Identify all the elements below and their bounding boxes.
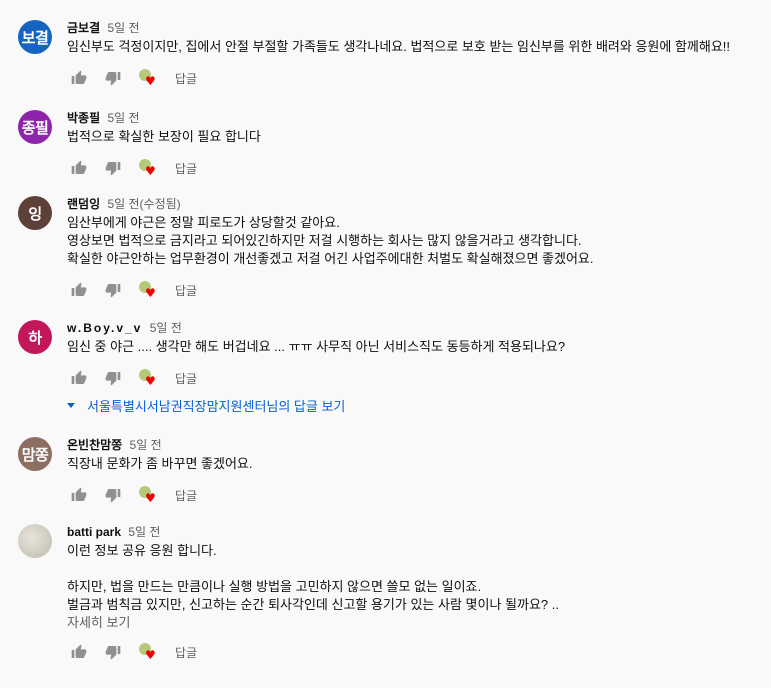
- comment-actions: ♥ 답글: [67, 156, 761, 180]
- dislike-button[interactable]: [101, 366, 125, 390]
- creator-heart-icon: ♥: [135, 366, 159, 390]
- like-button[interactable]: [67, 366, 91, 390]
- comment-text: 이런 정보 공유 응원 합니다. 하지만, 법을 만드는 만큼이나 실행 방법을…: [67, 543, 559, 612]
- comment-text: 임신부도 걱정이지만, 집에서 안절 부절할 가족들도 생각나네요. 법적으로 …: [67, 39, 731, 54]
- thumbs-up-icon: [71, 282, 87, 296]
- thumbs-down-icon: [105, 489, 121, 503]
- heart-icon: ♥: [145, 74, 156, 88]
- comment-body: 랜덤잉 5일 전(수정됨) 임산부에게 야근은 정말 피로도가 상당할것 같아요…: [67, 196, 761, 302]
- author-name[interactable]: 랜덤잉: [67, 197, 100, 211]
- author-name[interactable]: w.Boy.v_v: [67, 321, 142, 335]
- reply-button[interactable]: 답글: [171, 158, 201, 179]
- comment-actions: ♥ 답글: [67, 66, 761, 90]
- avatar[interactable]: 잉: [18, 196, 52, 230]
- thumbs-down-icon: [105, 646, 121, 660]
- like-button[interactable]: [67, 66, 91, 90]
- thumbs-up-icon: [71, 487, 87, 501]
- comment-header: 박종필 5일 전: [67, 110, 761, 126]
- author-name[interactable]: 박종필: [67, 111, 100, 125]
- thumbs-down-icon: [105, 162, 121, 176]
- avatar[interactable]: 종필: [18, 110, 52, 144]
- comment-time[interactable]: 5일 전: [107, 111, 139, 125]
- view-replies-link[interactable]: 서울특별시서남권직장맘지원센터님의 답글 보기: [67, 396, 345, 415]
- dislike-button[interactable]: [101, 483, 125, 507]
- comment-text: 임산부에게 야근은 정말 피로도가 상당할것 같아요. 영상보면 법적으로 금지…: [67, 215, 594, 266]
- comment-header: 랜덤잉 5일 전(수정됨): [67, 196, 761, 212]
- author-name[interactable]: 금보결: [67, 21, 100, 35]
- comment-body: 박종필 5일 전 법적으로 확실한 보장이 필요 합니다 ♥ 답글: [67, 110, 761, 180]
- creator-heart-icon: ♥: [135, 156, 159, 180]
- reply-button[interactable]: 답글: [171, 642, 201, 663]
- heart-icon: ♥: [145, 491, 156, 505]
- comment-body: w.Boy.v_v 5일 전 임신 중 야근 .... 생각만 해도 버겁네요 …: [67, 320, 761, 390]
- creator-heart-icon: ♥: [135, 640, 159, 664]
- comment-text: 임신 중 야근 .... 생각만 해도 버겁네요 ... ㅠㅠ 사무직 아닌 서…: [67, 339, 566, 354]
- thumbs-up-icon: [71, 644, 87, 658]
- like-button[interactable]: [67, 278, 91, 302]
- comment-actions: ♥ 답글: [67, 366, 761, 390]
- heart-icon: ♥: [145, 648, 156, 662]
- comment-actions: ♥ 답글: [67, 278, 761, 302]
- like-button[interactable]: [67, 640, 91, 664]
- dislike-button[interactable]: [101, 156, 125, 180]
- caret-down-icon: [67, 403, 75, 408]
- comment-body: batti park 5일 전 이런 정보 공유 응원 합니다. 하지만, 법을…: [67, 524, 761, 664]
- comment-body: 금보결 5일 전 임신부도 걱정이지만, 집에서 안절 부절할 가족들도 생각나…: [67, 20, 761, 90]
- thumbs-down-icon: [105, 372, 121, 386]
- heart-icon: ♥: [145, 286, 156, 300]
- heart-icon: ♥: [145, 374, 156, 388]
- avatar[interactable]: 하: [18, 320, 52, 354]
- comment-header: w.Boy.v_v 5일 전: [67, 320, 761, 336]
- dislike-button[interactable]: [101, 640, 125, 664]
- dislike-button[interactable]: [101, 278, 125, 302]
- creator-heart-icon: ♥: [135, 483, 159, 507]
- read-more-button[interactable]: 자세히 보기: [67, 614, 761, 632]
- like-button[interactable]: [67, 156, 91, 180]
- view-replies-label: 서울특별시서남권직장맘지원센터님의 답글 보기: [87, 399, 346, 414]
- comment-text: 법적으로 확실한 보장이 필요 합니다: [67, 129, 261, 144]
- comment-actions: ♥ 답글: [67, 640, 761, 664]
- reply-button[interactable]: 답글: [171, 485, 201, 506]
- avatar[interactable]: [18, 524, 52, 558]
- thumbs-up-icon: [71, 370, 87, 384]
- thumbs-up-icon: [71, 70, 87, 84]
- comment-header: 금보결 5일 전: [67, 20, 761, 36]
- reply-button[interactable]: 답글: [171, 368, 201, 389]
- creator-heart-icon: ♥: [135, 278, 159, 302]
- reply-button[interactable]: 답글: [171, 280, 201, 301]
- comment-body: 온빈찬맘쫑 5일 전 직장내 문화가 좀 바꾸면 좋겠어요. ♥ 답글: [67, 437, 761, 507]
- comment-text: 직장내 문화가 좀 바꾸면 좋겠어요.: [67, 456, 253, 471]
- thumbs-down-icon: [105, 284, 121, 298]
- avatar[interactable]: 보결: [18, 20, 52, 54]
- author-name[interactable]: batti park: [67, 525, 121, 539]
- comment-header: 온빈찬맘쫑 5일 전: [67, 437, 761, 453]
- creator-heart-icon: ♥: [135, 66, 159, 90]
- comment-time[interactable]: 5일 전: [130, 438, 162, 452]
- comment-header: batti park 5일 전: [67, 524, 761, 540]
- avatar[interactable]: 맘쫑: [18, 437, 52, 471]
- reply-button[interactable]: 답글: [171, 68, 201, 89]
- comment-actions: ♥ 답글: [67, 483, 761, 507]
- author-name[interactable]: 온빈찬맘쫑: [67, 438, 122, 452]
- like-button[interactable]: [67, 483, 91, 507]
- comment-time[interactable]: 5일 전: [150, 321, 182, 335]
- comment-time[interactable]: 5일 전(수정됨): [107, 197, 180, 211]
- dislike-button[interactable]: [101, 66, 125, 90]
- comment-time[interactable]: 5일 전: [107, 21, 139, 35]
- thumbs-down-icon: [105, 72, 121, 86]
- thumbs-up-icon: [71, 160, 87, 174]
- comment-time[interactable]: 5일 전: [128, 525, 160, 539]
- heart-icon: ♥: [145, 164, 156, 178]
